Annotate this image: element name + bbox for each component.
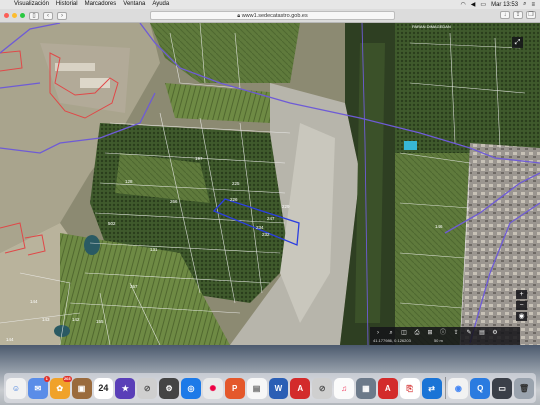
download-button[interactable]: ↓: [500, 11, 510, 19]
back-button[interactable]: ‹: [43, 11, 53, 20]
map-toolbar: › ⌕ ◫ ⎙ ⊞ ⓘ ⇪ ✎ ▤ ⚙ 41.177986, 0.126203 …: [370, 327, 520, 345]
parcel-number: 128: [125, 179, 133, 184]
parcel-number: 229: [282, 204, 290, 209]
preview-icon[interactable]: ▦: [356, 377, 376, 399]
window-controls: [4, 13, 25, 18]
menu-ventana[interactable]: Ventana: [123, 0, 145, 9]
zoom-window-button[interactable]: [20, 13, 25, 18]
mail-app-icon[interactable]: ✉ 1: [27, 375, 50, 399]
safari-icon[interactable]: ◎: [181, 377, 201, 399]
zoom-in-button[interactable]: +: [516, 290, 527, 299]
coords-text: 41.177986, 0.126203: [373, 338, 411, 343]
parcel-number: 232: [262, 232, 270, 237]
coordinates-readout: 41.177986, 0.126203 50 m: [370, 338, 520, 344]
parcel-number: 226: [230, 197, 238, 202]
photos-app-icon[interactable]: ✿ 203: [49, 375, 72, 399]
acrobat-reader-icon[interactable]: A: [377, 377, 398, 399]
cadastre-map[interactable]: 225 226 247 229 232 234 502 131 367 144 …: [0, 23, 540, 345]
pool: [404, 141, 417, 150]
system-preferences-icon[interactable]: ⚙: [159, 377, 179, 399]
draw-icon[interactable]: ✎: [464, 329, 474, 337]
parcel-number: 225: [232, 181, 240, 186]
status-area: ◠ ◀ ▭ Mar 13:53 ⌕ ≡: [461, 1, 540, 8]
parcel-number: 143: [42, 317, 50, 322]
utility-icon[interactable]: ⊘: [312, 377, 333, 399]
parcel-number: 234: [256, 225, 264, 230]
sidebar-toggle-button[interactable]: ▯: [29, 11, 39, 20]
map-zoom-controls: + − ◉: [516, 290, 528, 321]
scale-label: 50 m: [433, 338, 443, 343]
quicktime-icon[interactable]: Q: [470, 377, 491, 399]
share-button[interactable]: ⇪: [513, 11, 523, 19]
info-icon[interactable]: ⓘ: [438, 329, 448, 337]
aerial-map[interactable]: 225 226 247 229 232 234 502 131 367 144 …: [0, 23, 540, 345]
parcel-number: 131: [150, 247, 158, 252]
parcel-number: 197: [195, 156, 203, 161]
battery-icon[interactable]: ▭: [480, 1, 486, 8]
print-icon[interactable]: ⎙: [412, 329, 422, 337]
parcel-number: 144: [6, 337, 14, 342]
parcel-number: 367: [130, 284, 138, 289]
document-icon[interactable]: ▤: [246, 377, 267, 399]
dock-separator: [444, 377, 446, 399]
calendar-day: 24: [98, 382, 109, 393]
fullscreen-icon[interactable]: ⤢: [512, 37, 523, 48]
parcel-number: 247: [267, 216, 275, 221]
menu-visualizacion[interactable]: Visualización: [14, 0, 49, 9]
share-map-icon[interactable]: ⇪: [451, 329, 461, 337]
minimize-window-button[interactable]: [12, 13, 17, 18]
photos-viewer-icon[interactable]: ✺: [202, 377, 223, 399]
photos-badge: 203: [62, 375, 72, 382]
parcel-number: 502: [108, 221, 116, 226]
teamviewer-icon[interactable]: ⇄: [421, 377, 442, 399]
tabs-button[interactable]: ❐: [526, 11, 536, 19]
acrobat-icon[interactable]: A: [290, 377, 311, 399]
locate-button[interactable]: ◉: [516, 312, 527, 321]
menu-bar: Visualización Historial Marcadores Venta…: [0, 0, 540, 9]
mail-badge: 1: [43, 375, 50, 382]
forward-button[interactable]: ›: [57, 11, 67, 20]
imovie-app-icon[interactable]: ★: [115, 377, 136, 399]
search-map-icon[interactable]: ⌕: [386, 329, 396, 337]
parcel-number: 155: [96, 319, 104, 324]
layers-icon[interactable]: ◫: [399, 329, 409, 337]
parcel-number: 266: [170, 199, 178, 204]
pdf-icon[interactable]: ⎘: [399, 377, 420, 399]
parcel-number: 142: [72, 317, 80, 322]
dock: ☺ ✉ 1 ✿ 203 ▣ 24 ★ ⊘ ⚙ ◎ ✺ P ▤ W A ⊘ ♫ ▦ A…: [4, 373, 536, 403]
address-bar[interactable]: 🔒︎ www1.sedecatastro.gob.es: [150, 11, 395, 20]
menu-marcadores[interactable]: Marcadores: [85, 0, 117, 9]
parcel-number: 144: [30, 299, 38, 304]
browser-toolbar: ▯ ‹ › 🔒︎ www1.sedecatastro.gob.es ↓ ⇪ ❐: [0, 9, 540, 23]
toolbar-right: ↓ ⇪ ❐: [500, 11, 536, 19]
collapse-icon[interactable]: ›: [373, 329, 383, 337]
music-icon[interactable]: ♫: [334, 377, 354, 399]
lock-icon: 🔒︎: [237, 13, 241, 19]
close-window-button[interactable]: [4, 13, 9, 18]
finder-icon[interactable]: ☺: [6, 377, 26, 399]
contacts-app-icon[interactable]: ▣: [71, 377, 92, 399]
trash-icon[interactable]: 🗑︎: [514, 377, 534, 399]
measure-icon[interactable]: ⊞: [425, 329, 435, 337]
map-place-label: PARAN DIMAGEDAN: [412, 24, 451, 29]
chrome-icon[interactable]: ◉: [448, 377, 469, 399]
parcel-number: 146: [435, 224, 443, 229]
powerpoint-icon[interactable]: P: [224, 377, 245, 399]
calendar-app-icon[interactable]: 24: [93, 377, 114, 399]
word-icon[interactable]: W: [268, 377, 289, 399]
legend-icon[interactable]: ▤: [477, 329, 487, 337]
menu-historial[interactable]: Historial: [56, 0, 78, 9]
volume-icon[interactable]: ◀: [471, 1, 476, 8]
wifi-icon[interactable]: ◠: [461, 1, 466, 8]
menu-ayuda[interactable]: Ayuda: [152, 0, 169, 9]
clock[interactable]: Mar 13:53: [491, 2, 518, 8]
menu-list-icon[interactable]: ≡: [531, 2, 535, 8]
preferences-app-icon[interactable]: ⊘: [137, 377, 158, 399]
url-text: www1.sedecatastro.gob.es: [241, 13, 308, 19]
folder-icon[interactable]: ▭: [492, 377, 513, 399]
search-icon[interactable]: ⌕: [523, 1, 526, 8]
settings-icon[interactable]: ⚙: [490, 329, 500, 337]
zoom-out-button[interactable]: −: [516, 301, 527, 310]
